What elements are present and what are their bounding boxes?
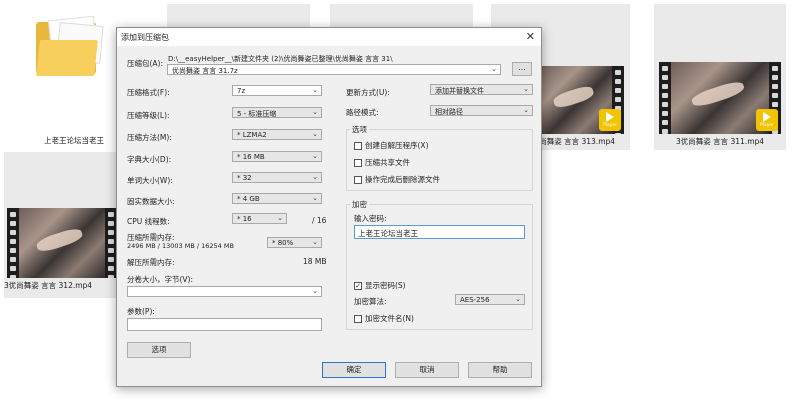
- folder-icon: [36, 15, 106, 78]
- memory-decompress-label: 解压所需内存:: [127, 258, 175, 267]
- level-value: 5 - 标准压缩: [237, 110, 277, 118]
- chevron-down-icon: ⌄: [312, 130, 318, 138]
- create-sfx-checkbox[interactable]: 创建自解压程序(X): [354, 140, 429, 151]
- help-button[interactable]: 帮助: [468, 362, 532, 378]
- password-label: 输入密码:: [354, 214, 387, 223]
- encryption-method-value: AES-256: [460, 296, 490, 304]
- dictionary-label: 字典大小(D):: [127, 155, 172, 164]
- encrypt-filenames-label: 加密文件名(N): [365, 314, 414, 323]
- threads-value: * 16: [237, 215, 252, 223]
- checkbox-box: [354, 141, 362, 150]
- memory-percent-select[interactable]: * 80% ⌄: [267, 237, 322, 248]
- word-size-select[interactable]: * 32 ⌄: [232, 172, 322, 183]
- delete-after-checkbox[interactable]: 操作完成后删除源文件: [354, 174, 440, 185]
- format-value: 7z: [237, 87, 246, 95]
- checkbox-box: [354, 314, 362, 323]
- checkbox-box: [354, 175, 362, 184]
- password-input[interactable]: 上老王论坛当老王: [354, 225, 525, 239]
- chevron-down-icon: ⌄: [312, 287, 318, 295]
- solid-size-select[interactable]: * 4 GB ⌄: [232, 193, 322, 204]
- level-select[interactable]: 5 - 标准压缩 ⌄: [232, 107, 322, 118]
- video-tile-311[interactable]: Player 3优尚舞姿 言言 311.mp4: [654, 4, 786, 150]
- video-thumbnail: Player: [659, 62, 781, 134]
- format-label: 压缩格式(F):: [127, 88, 170, 97]
- archive-name-value: 优尚舞姿 言言 31.7z: [172, 67, 238, 75]
- chevron-down-icon: ⌄: [312, 86, 318, 94]
- archive-name-combo[interactable]: 优尚舞姿 言言 31.7z ⌄: [167, 64, 501, 75]
- add-to-archive-dialog: 添加到压缩包 ✕ 压缩包(A): D:\__easyHelper__\新建文件夹…: [116, 27, 542, 387]
- memory-percent-value: * 80%: [272, 239, 294, 247]
- word-size-label: 单词大小(W):: [127, 176, 173, 185]
- compress-shared-checkbox[interactable]: 压缩共享文件: [354, 157, 410, 168]
- parameters-label: 参数(P):: [127, 307, 155, 316]
- update-mode-select[interactable]: 添加并替换文件 ⌄: [430, 84, 533, 95]
- format-select[interactable]: 7z ⌄: [232, 85, 322, 96]
- archive-label: 压缩包(A):: [127, 59, 164, 68]
- player-icon: Player: [599, 109, 621, 131]
- cancel-button[interactable]: 取消: [395, 362, 459, 378]
- chevron-down-icon: ⌄: [523, 106, 529, 114]
- browse-button[interactable]: ...: [512, 62, 532, 76]
- encryption-method-select[interactable]: AES-256 ⌄: [455, 294, 525, 305]
- threads-select[interactable]: * 16 ⌄: [232, 213, 287, 224]
- chevron-down-icon: ⌄: [312, 194, 318, 202]
- chevron-down-icon: ⌄: [515, 295, 521, 303]
- checkbox-box: [354, 158, 362, 167]
- update-mode-value: 添加并替换文件: [435, 87, 484, 95]
- path-mode-label: 路径模式:: [346, 108, 379, 117]
- method-select[interactable]: * LZMA2 ⌄: [232, 129, 322, 140]
- method-value: * LZMA2: [237, 131, 267, 139]
- encryption-method-label: 加密算法:: [354, 297, 387, 306]
- path-mode-value: 相对路径: [435, 108, 463, 116]
- check-icon: ✓: [354, 281, 362, 290]
- dictionary-value: * 16 MB: [237, 153, 265, 161]
- compress-shared-label: 压缩共享文件: [365, 158, 410, 167]
- chevron-down-icon: ⌄: [312, 238, 318, 246]
- dictionary-select[interactable]: * 16 MB ⌄: [232, 151, 322, 162]
- chevron-down-icon: ⌄: [312, 108, 318, 116]
- encrypt-filenames-checkbox[interactable]: 加密文件名(N): [354, 313, 414, 324]
- archive-path: D:\__easyHelper__\新建文件夹 (2)\优尚舞姿已整理\优尚舞姿…: [168, 55, 393, 63]
- path-mode-select[interactable]: 相对路径 ⌄: [430, 105, 533, 116]
- level-label: 压缩等级(L):: [127, 111, 170, 120]
- dialog-title: 添加到压缩包: [121, 33, 169, 42]
- memory-decompress-value: 18 MB: [303, 257, 327, 266]
- threads-total: / 16: [312, 216, 327, 225]
- split-size-select[interactable]: ⌄: [127, 286, 322, 297]
- create-sfx-label: 创建自解压程序(X): [365, 141, 429, 150]
- word-size-value: * 32: [237, 174, 252, 182]
- solid-size-value: * 4 GB: [237, 195, 260, 203]
- chevron-down-icon: ⌄: [491, 65, 497, 73]
- chevron-down-icon: ⌄: [277, 214, 283, 222]
- chevron-down-icon: ⌄: [312, 173, 318, 181]
- parameters-input[interactable]: [127, 318, 322, 331]
- delete-after-label: 操作完成后删除源文件: [365, 175, 440, 184]
- method-label: 压缩方法(M):: [127, 133, 172, 142]
- tile-placeholder: [167, 4, 310, 28]
- threads-label: CPU 线程数:: [127, 217, 170, 226]
- tile-placeholder: [330, 4, 473, 28]
- solid-size-label: 固实数据大小:: [127, 197, 175, 206]
- ok-button[interactable]: 确定: [322, 362, 386, 378]
- encryption-group-title: 加密: [350, 199, 369, 210]
- player-icon: Player: [756, 109, 778, 131]
- chevron-down-icon: ⌄: [312, 152, 318, 160]
- split-size-label: 分卷大小，字节(V):: [127, 275, 194, 284]
- show-password-label: 显示密码(S): [365, 281, 406, 290]
- video-caption: 3优尚舞姿 言言 311.mp4: [675, 137, 765, 146]
- show-password-checkbox[interactable]: ✓ 显示密码(S): [354, 280, 406, 291]
- options-button[interactable]: 选项: [127, 342, 191, 358]
- update-mode-label: 更新方式(U):: [346, 88, 390, 97]
- chevron-down-icon: ⌄: [523, 85, 529, 93]
- video-thumbnail: [7, 208, 117, 278]
- options-group-title: 选项: [350, 124, 369, 135]
- memory-compress-value: 2496 MB / 13003 MB / 16254 MB: [127, 242, 234, 250]
- title-bar: 添加到压缩包 ✕: [117, 28, 541, 46]
- close-icon[interactable]: ✕: [526, 30, 535, 43]
